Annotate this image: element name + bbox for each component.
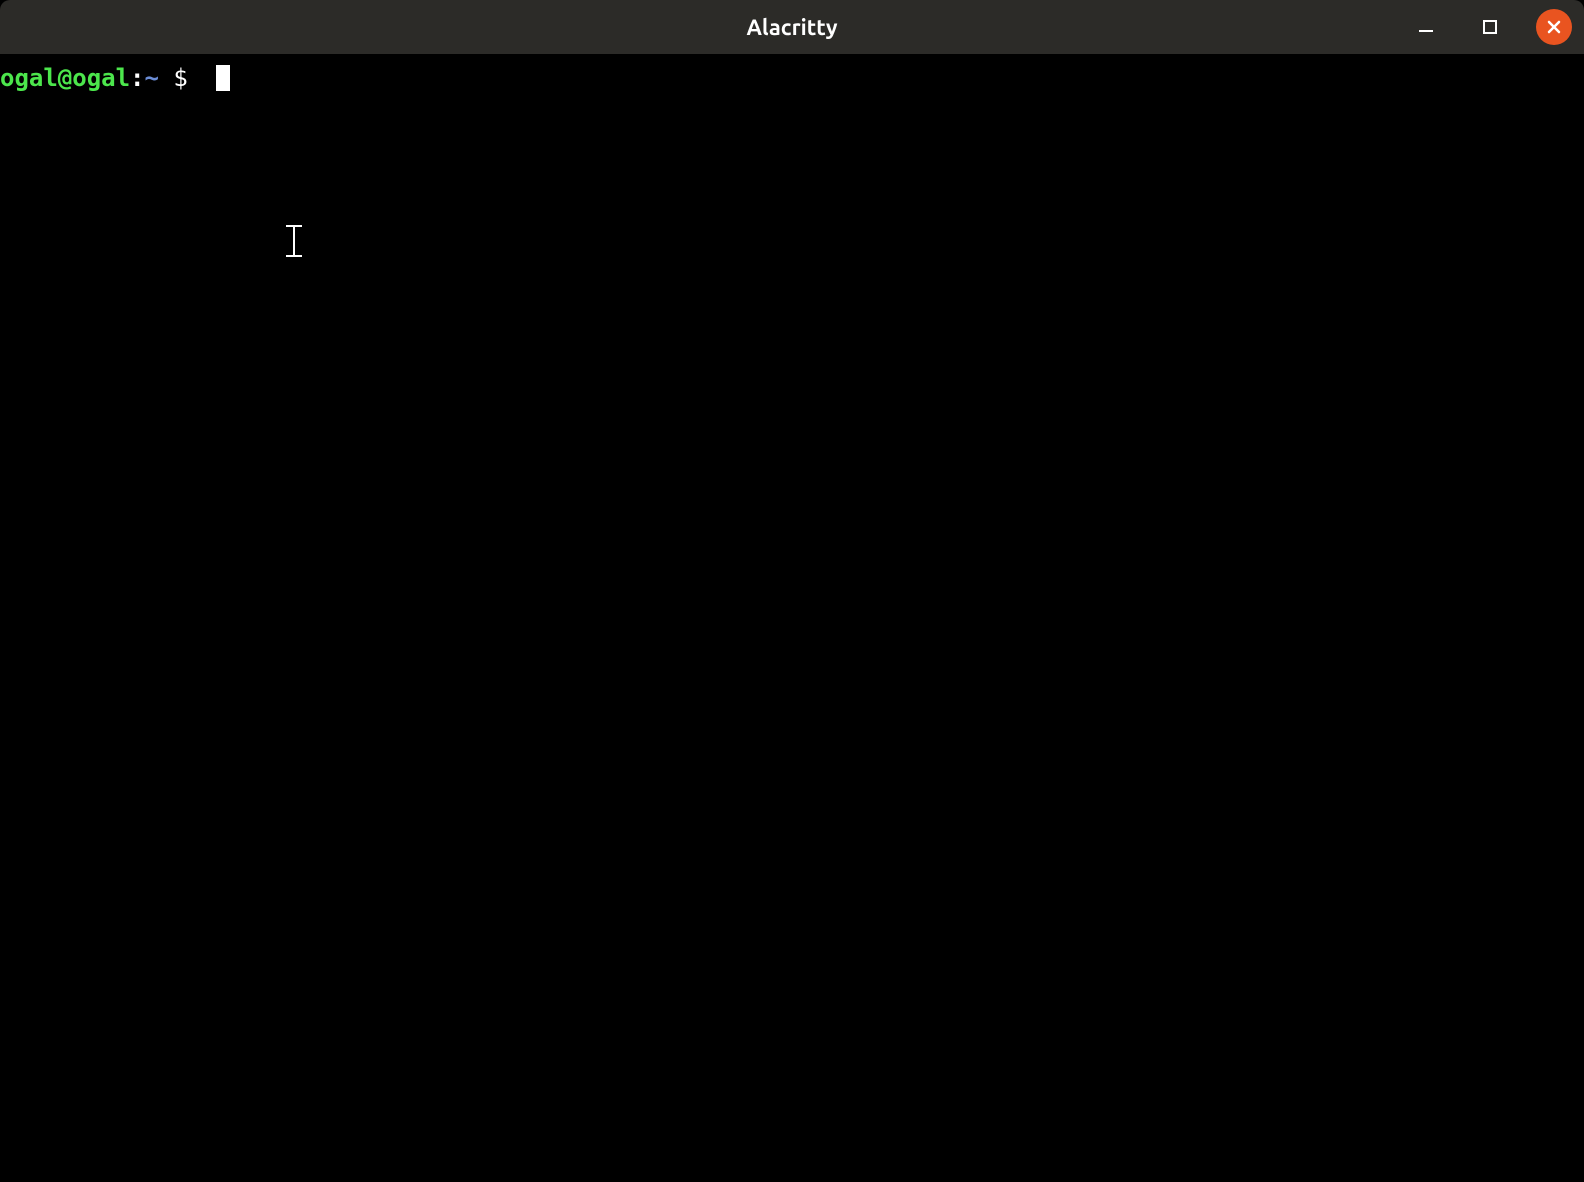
maximize-icon bbox=[1481, 18, 1499, 36]
prompt-symbol: $ bbox=[159, 64, 202, 92]
prompt-cwd: ~ bbox=[145, 64, 159, 92]
minimize-icon bbox=[1417, 18, 1435, 36]
maximize-button[interactable] bbox=[1472, 9, 1508, 45]
close-button[interactable] bbox=[1536, 9, 1572, 45]
window-title: Alacritty bbox=[746, 15, 837, 40]
prompt-line: ogal@ogal:~ $ bbox=[0, 64, 1584, 92]
terminal-cursor bbox=[216, 65, 230, 91]
text-cursor-icon bbox=[285, 224, 303, 262]
prompt-separator: : bbox=[130, 64, 144, 92]
prompt-user-host: ogal@ogal bbox=[0, 64, 130, 92]
window-controls bbox=[1408, 9, 1572, 45]
minimize-button[interactable] bbox=[1408, 9, 1444, 45]
terminal-viewport[interactable]: ogal@ogal:~ $ bbox=[0, 54, 1584, 1182]
window-titlebar: Alacritty bbox=[0, 0, 1584, 54]
close-icon bbox=[1545, 18, 1563, 36]
